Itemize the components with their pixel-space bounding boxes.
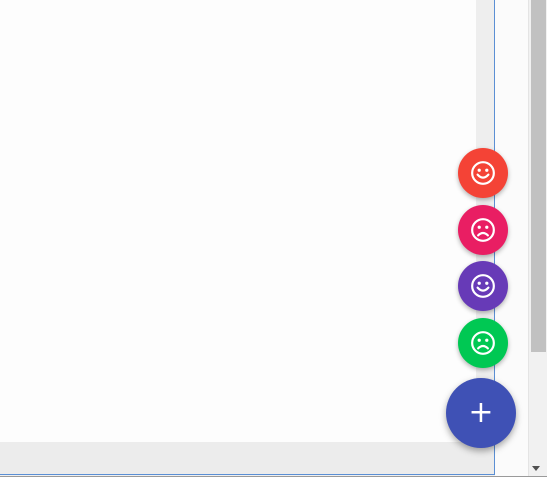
smile-icon <box>471 274 495 298</box>
scroll-down-arrow-icon[interactable] <box>532 466 540 471</box>
frown-icon <box>471 218 495 242</box>
fab-action-smile-red[interactable] <box>458 148 508 198</box>
page-scroll-thumb[interactable] <box>531 0 546 352</box>
plus-icon: + <box>468 395 494 430</box>
frown-icon <box>471 331 495 355</box>
window-bottom-edge <box>0 476 547 480</box>
fab-action-frown-pink[interactable] <box>458 205 508 255</box>
content-frame <box>0 0 495 475</box>
page-vertical-scrollbar[interactable] <box>528 0 547 476</box>
content-area <box>0 0 476 442</box>
inner-horizontal-scrollbar[interactable] <box>0 442 494 474</box>
fab-main-button[interactable]: + <box>446 378 516 448</box>
smile-icon <box>471 161 495 185</box>
browser-viewport: + <box>0 0 547 480</box>
fab-action-smile-purple[interactable] <box>458 261 508 311</box>
fab-action-frown-green[interactable] <box>458 318 508 368</box>
